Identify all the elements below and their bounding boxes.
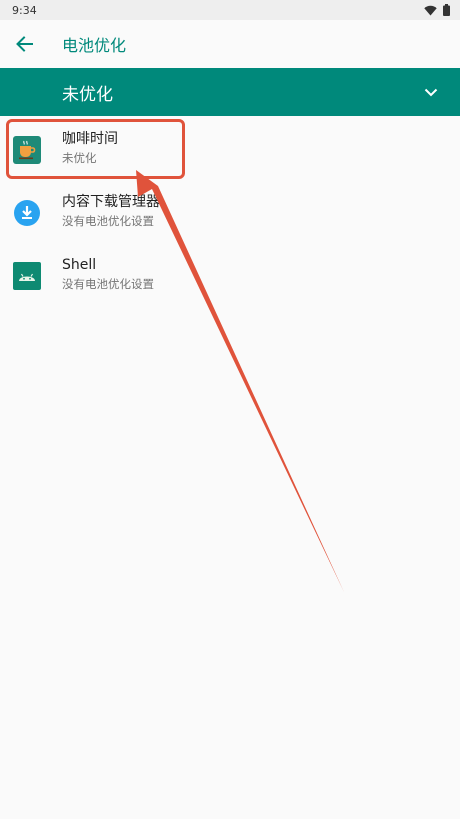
download-icon bbox=[14, 199, 40, 226]
app-name: 咖啡时间 bbox=[62, 131, 118, 147]
status-bar: 9:34 bbox=[0, 0, 460, 20]
app-status: 未优化 bbox=[62, 151, 97, 165]
app-row-shell[interactable]: Shell 没有电池优化设置 bbox=[0, 244, 460, 307]
app-text: Shell 没有电池优化设置 bbox=[62, 256, 154, 292]
app-icon-container bbox=[13, 199, 41, 227]
status-icons bbox=[424, 4, 450, 16]
app-text: 内容下载管理器 没有电池优化设置 bbox=[62, 193, 160, 229]
app-name: Shell bbox=[62, 257, 97, 273]
wifi-icon bbox=[424, 5, 437, 15]
app-name: 内容下载管理器 bbox=[62, 194, 160, 210]
arrow-back-icon bbox=[16, 36, 33, 52]
app-status: 没有电池优化设置 bbox=[62, 277, 154, 291]
android-icon bbox=[13, 261, 41, 290]
coffee-icon bbox=[13, 135, 41, 164]
app-icon-container bbox=[13, 261, 41, 290]
app-row-download-manager[interactable]: 内容下载管理器 没有电池优化设置 bbox=[0, 181, 460, 244]
back-button[interactable] bbox=[0, 20, 48, 68]
filter-label: 未优化 bbox=[62, 84, 113, 105]
app-text: 咖啡时间 未优化 bbox=[62, 130, 118, 166]
chevron-down-icon bbox=[424, 88, 438, 96]
battery-icon bbox=[443, 4, 450, 16]
app-list: 咖啡时间 未优化 内容下载管理器 没有电池优化设置 Shell 没有电池优化设置 bbox=[0, 118, 460, 307]
app-icon-container bbox=[13, 135, 41, 164]
app-bar: 电池优化 bbox=[0, 20, 460, 68]
app-row-coffee[interactable]: 咖啡时间 未优化 bbox=[0, 118, 460, 181]
filter-dropdown[interactable]: 未优化 bbox=[0, 68, 460, 116]
app-status: 没有电池优化设置 bbox=[62, 214, 154, 228]
page-title: 电池优化 bbox=[62, 36, 127, 55]
status-time: 9:34 bbox=[12, 3, 37, 17]
